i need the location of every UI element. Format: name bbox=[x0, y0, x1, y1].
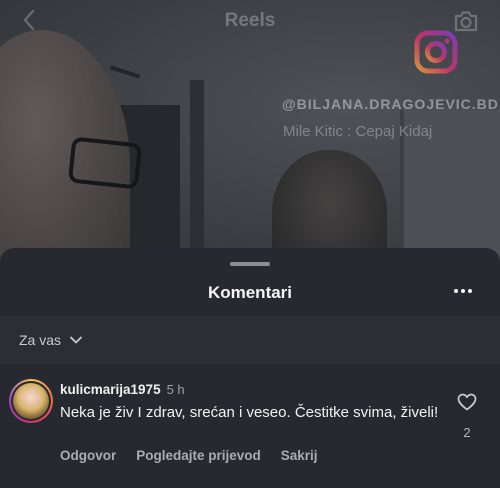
page-title: Reels bbox=[224, 10, 276, 31]
more-horizontal-icon bbox=[468, 289, 472, 293]
avatar-photo bbox=[13, 383, 49, 419]
comment-sort-dropdown[interactable]: Za vas bbox=[19, 332, 83, 348]
sheet-drag-handle[interactable] bbox=[230, 262, 270, 266]
comment-item: kulicmarija1975 5 h Neka je živ I zdrav,… bbox=[0, 364, 500, 488]
avatar-ring-gap bbox=[11, 381, 51, 421]
comment-username[interactable]: kulicmarija1975 bbox=[60, 382, 161, 397]
comment-timestamp: 5 h bbox=[166, 382, 185, 397]
video-watermark-handle: @BILJANA.DRAGOJEVIC.BD bbox=[282, 96, 499, 112]
more-horizontal-icon bbox=[461, 289, 465, 293]
camera-icon[interactable] bbox=[452, 7, 480, 35]
heart-icon[interactable] bbox=[457, 393, 477, 411]
chevron-down-icon bbox=[70, 336, 82, 344]
avatar[interactable] bbox=[9, 379, 53, 423]
comment-sort-label: Za vas bbox=[19, 332, 62, 348]
more-horizontal-icon bbox=[454, 289, 458, 293]
comment-filter-bar: Za vas bbox=[0, 316, 500, 364]
comments-sheet: Komentari Za vas kulicmarija1975 5 h Nek… bbox=[0, 248, 500, 488]
like-count: 2 bbox=[463, 425, 471, 440]
reply-button[interactable]: Odgovor bbox=[60, 448, 116, 463]
see-translation-button[interactable]: Pogledajte prijevod bbox=[136, 448, 261, 463]
reels-top-bar: Reels bbox=[0, 0, 500, 44]
comment-actions: Odgovor Pogledajte prijevod Sakrij bbox=[60, 448, 318, 463]
comment-header: kulicmarija1975 5 h bbox=[60, 382, 185, 397]
more-options-button[interactable] bbox=[449, 281, 477, 301]
comment-text: Neka je živ I zdrav, srećan i veseo. Čes… bbox=[60, 404, 439, 421]
comment-like: 2 bbox=[454, 393, 480, 440]
sheet-title: Komentari bbox=[207, 283, 293, 302]
video-song-caption: Mile Kitic : Cepaj Kidaj bbox=[283, 123, 433, 140]
hide-button[interactable]: Sakrij bbox=[281, 448, 318, 463]
